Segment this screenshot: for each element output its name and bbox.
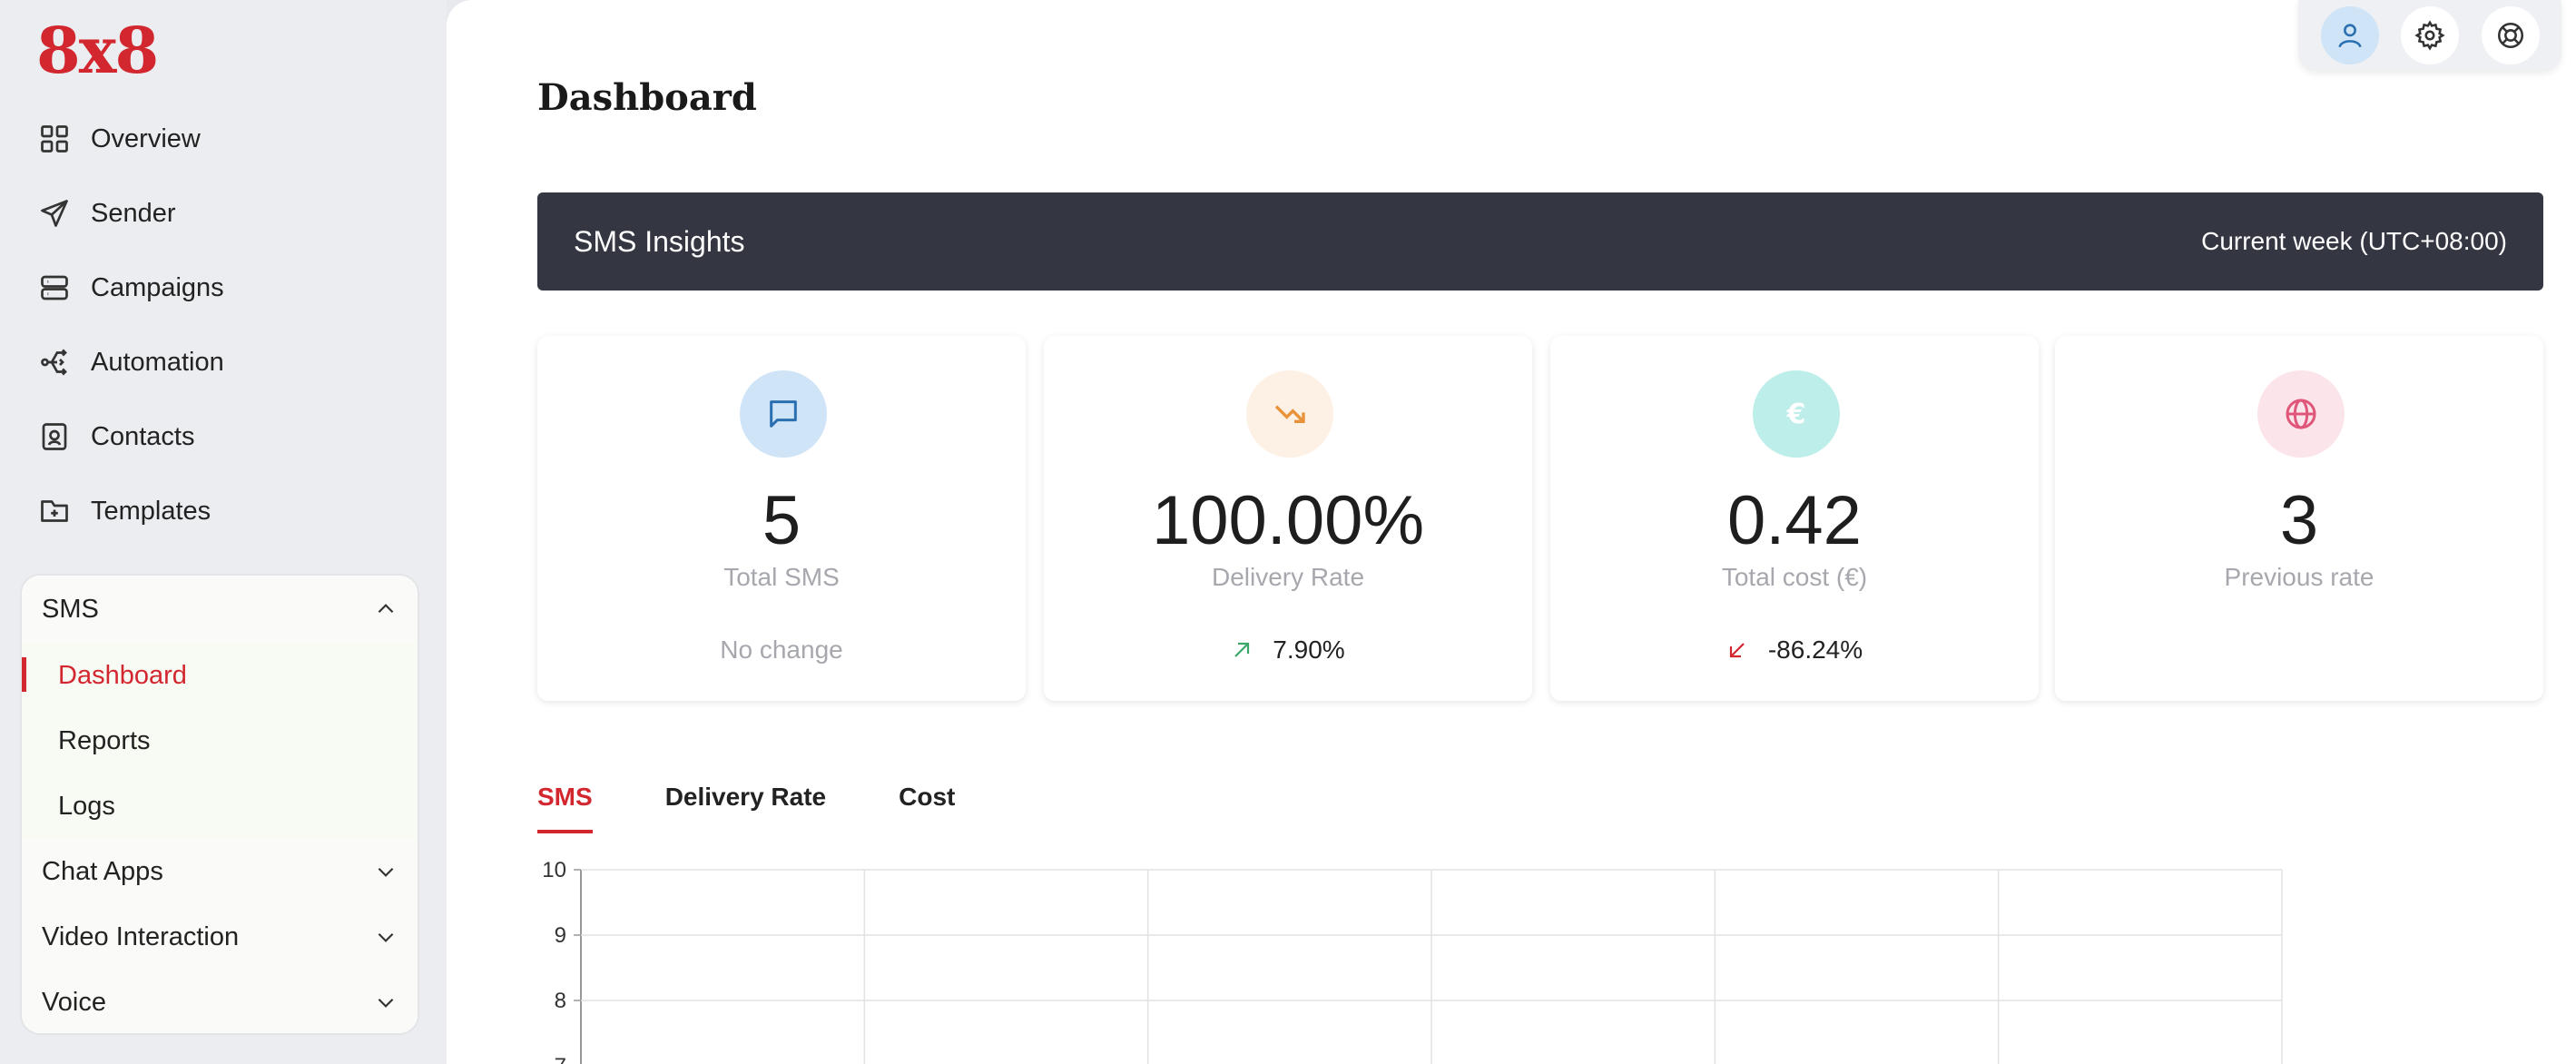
- group-label: Voice: [42, 987, 106, 1017]
- chart-canvas: 10 9 8 7: [542, 858, 2283, 1064]
- gear-icon: [2414, 20, 2445, 51]
- stat-icon-badge: [1246, 370, 1333, 458]
- sidebar-item-dashboard[interactable]: Dashboard: [22, 643, 418, 708]
- y-tick-label: 8: [555, 989, 566, 1013]
- arrow-up-right-icon: [1234, 642, 1250, 657]
- stat-icon-badge: €: [1753, 370, 1840, 458]
- stat-change: 7.90%: [1044, 635, 1532, 665]
- main-content: Dashboard SMS Insights Current week (UTC…: [447, 0, 2576, 1064]
- sidebar-item-label: Templates: [91, 496, 211, 526]
- stat-value: 0.42: [1727, 482, 1862, 559]
- send-icon: [41, 200, 68, 227]
- stat-card-delivery-rate: 100.00% Delivery Rate 7.90%: [1044, 336, 1532, 701]
- sidebar-item-overview[interactable]: Overview: [0, 102, 447, 176]
- stat-change-text: -86.24%: [1767, 635, 1863, 664]
- stat-card-previous-rate: 3 Previous rate: [2055, 336, 2543, 701]
- brand-logo[interactable]: 8x8: [36, 13, 159, 88]
- sidebar-item-sender[interactable]: Sender: [0, 176, 447, 251]
- branch-icon: [41, 349, 67, 376]
- settings-button[interactable]: [2401, 6, 2459, 64]
- sidebar-item-automation[interactable]: Automation: [0, 325, 447, 399]
- svg-text:€: €: [1786, 399, 1806, 430]
- main-nav: Overview Sender Campaigns Automation Con…: [0, 102, 447, 548]
- message-icon: [770, 400, 797, 428]
- sidebar-item-label: Sender: [91, 198, 176, 228]
- chevron-down-icon: [378, 867, 394, 877]
- sidebar-item-templates[interactable]: Templates: [0, 474, 447, 548]
- sms-chart: 10 9 8 7: [537, 853, 2316, 1064]
- video-interaction-group-toggle[interactable]: Video Interaction: [22, 904, 418, 970]
- chart-tabs: SMS Delivery Rate Cost: [537, 779, 1027, 833]
- chevron-down-icon: [378, 932, 394, 942]
- user-icon: [2337, 24, 2362, 48]
- y-tick-label: 10: [542, 858, 566, 882]
- sms-submenu: Dashboard Reports Logs: [22, 643, 418, 839]
- group-label: Chat Apps: [42, 856, 163, 886]
- voice-group-toggle[interactable]: Voice: [22, 970, 418, 1033]
- chevron-down-icon: [378, 998, 394, 1008]
- contact-book-icon: [42, 423, 67, 450]
- sidebar-item-logs[interactable]: Logs: [22, 773, 418, 839]
- period-selector[interactable]: Current week (UTC+08:00): [2201, 227, 2507, 256]
- sidebar-item-campaigns[interactable]: Campaigns: [0, 251, 447, 325]
- sms-group: SMS Dashboard Reports Logs Chat Apps Vid…: [20, 574, 419, 1035]
- sidebar-item-label: Overview: [91, 123, 201, 153]
- sidebar-item-label: Contacts: [91, 421, 195, 451]
- stats-cards: 5 Total SMS No change 100.00% Delivery R…: [537, 336, 2543, 701]
- stat-value: 5: [762, 482, 801, 559]
- tab-cost[interactable]: Cost: [899, 779, 955, 833]
- lifebuoy-icon: [2497, 22, 2523, 49]
- help-button[interactable]: [2481, 6, 2540, 64]
- stat-change-text: 7.90%: [1273, 635, 1345, 664]
- insights-title: SMS Insights: [574, 224, 745, 258]
- folder-plus-icon: [41, 500, 68, 522]
- stat-card-total-sms: 5 Total SMS No change: [537, 336, 1026, 701]
- tab-delivery-rate[interactable]: Delivery Rate: [665, 779, 826, 833]
- stat-icon-badge: [2257, 370, 2345, 458]
- euro-icon: €: [1786, 399, 1806, 430]
- sidebar-item-label: Automation: [91, 347, 224, 377]
- stat-change: -86.24%: [1550, 635, 2039, 665]
- stat-label: Delivery Rate: [1211, 563, 1365, 591]
- y-tick-label: 7: [555, 1054, 566, 1064]
- group-label: Video Interaction: [42, 921, 240, 951]
- grid-icon: [41, 125, 68, 153]
- top-toolbar: [2298, 0, 2561, 71]
- stat-label: Total cost (€): [1721, 563, 1868, 591]
- stat-change-text: No change: [720, 635, 843, 664]
- sidebar: 8x8 Overview Sender Campaigns Automation…: [0, 0, 447, 1064]
- globe-icon: [2286, 399, 2316, 429]
- insights-header: SMS Insights Current week (UTC+08:00): [537, 192, 2543, 291]
- arrow-down-left-icon: [1729, 643, 1745, 658]
- stat-label: Total SMS: [723, 563, 840, 591]
- stat-label: Previous rate: [2224, 563, 2374, 591]
- y-tick-label: 9: [555, 923, 566, 948]
- sidebar-item-reports[interactable]: Reports: [22, 708, 418, 773]
- sidebar-item-contacts[interactable]: Contacts: [0, 399, 447, 474]
- user-button[interactable]: [2320, 6, 2379, 64]
- stat-icon-badge: [740, 370, 827, 458]
- sms-group-label: SMS: [42, 594, 99, 624]
- tab-sms[interactable]: SMS: [537, 779, 593, 833]
- trending-down-icon: [1274, 405, 1305, 423]
- chat-apps-group-toggle[interactable]: Chat Apps: [22, 839, 418, 904]
- stat-value: 100.00%: [1151, 482, 1425, 559]
- server-icon: [41, 275, 68, 300]
- sms-group-toggle[interactable]: SMS: [22, 576, 418, 643]
- sidebar-item-label: Campaigns: [91, 272, 224, 302]
- stat-change: No change: [537, 635, 1026, 665]
- stat-value: 3: [2279, 482, 2319, 559]
- stat-card-total-cost: € 0.42 Total cost (€) -86.24%: [1550, 336, 2039, 701]
- page-title: Dashboard: [537, 76, 757, 119]
- chevron-up-icon: [378, 604, 394, 614]
